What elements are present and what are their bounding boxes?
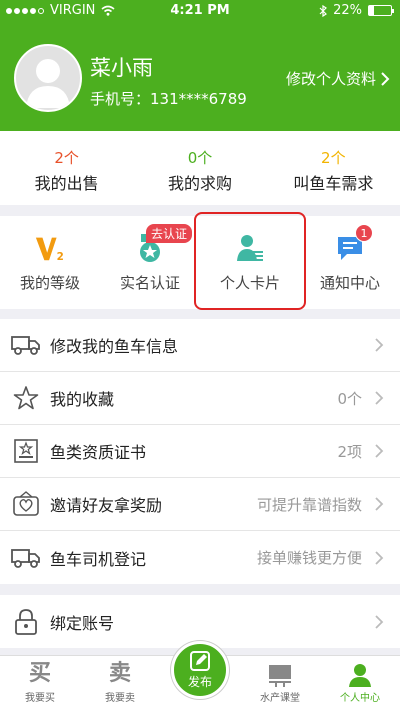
quick-label: 我的等级 (19, 274, 80, 292)
menu-driver-registration[interactable]: 鱼车司机登记 接单赚钱更方便 (0, 531, 400, 584)
chevron-right-icon (375, 391, 384, 405)
tab-label: 水产课堂 (260, 693, 300, 704)
selected-item-highlight (194, 212, 306, 310)
tab-sell[interactable]: 卖 我要卖 (80, 656, 160, 710)
stat-count: 2个 (321, 149, 346, 167)
tab-label: 我要卖 (105, 693, 135, 704)
edit-profile-link[interactable]: 修改个人资料 (286, 68, 390, 89)
truck-icon (11, 548, 40, 568)
chevron-right-icon (375, 497, 384, 511)
tab-label: 个人中心 (340, 693, 380, 704)
menu-title: 我的收藏 (50, 390, 115, 409)
svg-text:2: 2 (57, 251, 64, 263)
menu-value: 0个 (337, 389, 362, 408)
quick-my-level[interactable]: 2 我的等级 (0, 216, 100, 309)
menu-value: 2项 (337, 442, 362, 461)
menu-my-favorites[interactable]: 我的收藏 0个 (0, 372, 400, 425)
battery-percent: 22% (333, 3, 362, 18)
stat-my-purchases[interactable]: 0个 我的求购 (133, 131, 266, 205)
tab-personal-center[interactable]: 个人中心 (320, 656, 400, 710)
menu-title: 鱼类资质证书 (50, 443, 147, 462)
tab-aquatic-class[interactable]: 水产课堂 (240, 656, 320, 710)
stat-label: 我的出售 (34, 174, 99, 193)
verify-tag: 去认证 (146, 224, 193, 243)
chevron-right-icon (381, 71, 390, 86)
truck-icon (11, 336, 40, 355)
default-avatar-icon (26, 59, 70, 108)
stat-label: 叫鱼车需求 (293, 174, 374, 193)
bluetooth-icon (319, 4, 328, 17)
user-name: 菜小雨 (90, 56, 153, 80)
lock-icon (15, 608, 37, 635)
quick-notifications[interactable]: 通知中心 (300, 216, 400, 309)
stat-count: 0个 (187, 149, 213, 167)
edit-icon (190, 651, 210, 671)
person-icon (349, 664, 371, 687)
edit-profile-label: 修改个人资料 (285, 70, 376, 88)
user-phone: 手机号：131****6789 (90, 90, 247, 108)
publish-label: 发布 (187, 675, 212, 689)
menu-title: 绑定账号 (50, 613, 115, 633)
chevron-right-icon (375, 444, 384, 458)
level-v2-icon: 2 (35, 237, 64, 263)
certificate-icon (14, 439, 38, 463)
battery-icon (368, 5, 394, 16)
menu-value: 可提升靠谱指数 (256, 495, 362, 514)
stat-count: 2个 (54, 149, 79, 167)
chevron-right-icon (375, 550, 384, 565)
publish-button[interactable]: 发布 (171, 641, 229, 699)
tab-buy[interactable]: 买 我要买 (0, 656, 80, 710)
sell-glyph-icon: 卖 (108, 661, 131, 686)
profile-header: VIRGIN 4:21 PM 22% 菜小雨 手机号：131****6789 修… (0, 0, 400, 131)
notification-badge: 1 (355, 224, 373, 242)
tab-label: 我要买 (25, 693, 55, 704)
chevron-right-icon (375, 338, 384, 352)
star-icon (13, 386, 39, 410)
stat-truck-requests[interactable]: 2个 叫鱼车需求 (267, 131, 400, 205)
menu-group-1: 修改我的鱼车信息 我的收藏 0个 鱼类资质证书 2项 邀请好友拿奖励 可提升靠谱… (0, 319, 400, 584)
quick-label: 通知中心 (319, 274, 380, 292)
stat-label: 我的求购 (167, 174, 232, 193)
classroom-icon (269, 665, 291, 687)
menu-fish-certificates[interactable]: 鱼类资质证书 2项 (0, 425, 400, 478)
stats-bar: 2个 我的出售 0个 我的求购 2个 叫鱼车需求 (0, 131, 400, 205)
chevron-right-icon (375, 614, 384, 629)
stat-my-sales[interactable]: 2个 我的出售 (0, 131, 133, 205)
menu-title: 鱼车司机登记 (50, 549, 147, 569)
menu-edit-truck-info[interactable]: 修改我的鱼车信息 (0, 319, 400, 372)
quick-label: 实名认证 (119, 274, 180, 292)
menu-invite-friends[interactable]: 邀请好友拿奖励 可提升靠谱指数 (0, 478, 400, 531)
menu-title: 邀请好友拿奖励 (50, 496, 163, 515)
gift-icon (13, 491, 39, 516)
menu-value: 接单赚钱更方便 (256, 549, 362, 567)
menu-title: 修改我的鱼车信息 (50, 337, 179, 356)
status-bar: VIRGIN 4:21 PM 22% (0, 0, 400, 22)
avatar[interactable] (14, 44, 82, 112)
buy-glyph-icon: 买 (28, 661, 51, 686)
